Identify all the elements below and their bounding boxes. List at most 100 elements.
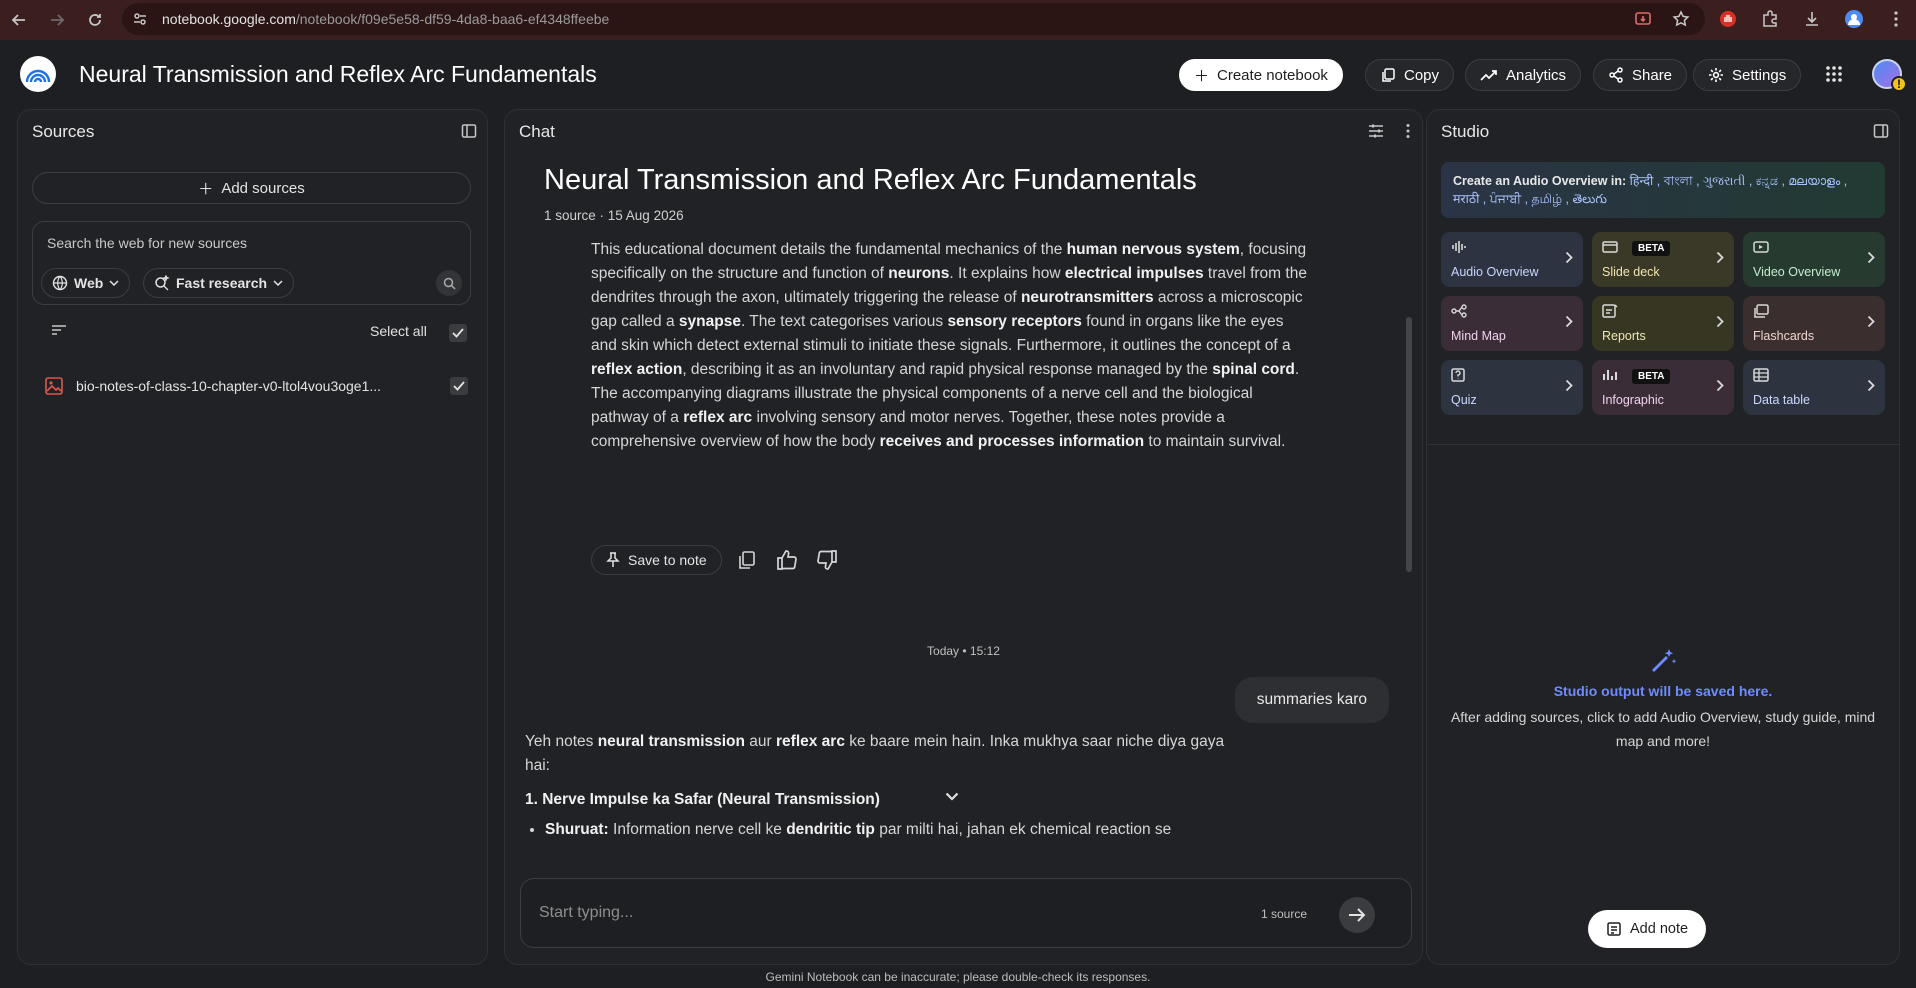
bold-term: neurotransmitters (1020, 289, 1154, 306)
audio-language-banner[interactable]: Create an Audio Overview in: हिन्दी , বা… (1441, 162, 1885, 218)
extension-shield-icon[interactable] (1718, 9, 1738, 29)
profile-icon[interactable] (1844, 9, 1864, 29)
chevron-right-icon (1565, 315, 1573, 328)
research-search-icon (155, 275, 170, 291)
send-arrow-icon[interactable] (1339, 897, 1375, 933)
chevron-right-icon (1867, 379, 1875, 392)
web-search-input[interactable]: Search the web for new sources (47, 235, 247, 251)
add-sources-button[interactable]: ＋ Add sources (32, 172, 471, 204)
scroll-down-chevron-icon[interactable] (945, 792, 959, 801)
studio-tile-reports[interactable]: Reports (1592, 296, 1734, 351)
copy-response-icon[interactable] (732, 545, 762, 575)
bold-term: electrical impulses (1064, 265, 1204, 282)
fast-research-label: Fast research (176, 275, 268, 291)
source-count: 1 source (1260, 907, 1307, 921)
add-note-button[interactable]: Add note (1588, 910, 1707, 948)
chevron-right-icon (1867, 251, 1875, 264)
plus-icon: ＋ (1194, 67, 1210, 85)
answer-heading: 1. Nerve Impulse ka Safar (Neural Transm… (525, 791, 880, 808)
create-notebook-label: Create notebook (1217, 66, 1328, 84)
bold-term: sensory receptors (947, 313, 1082, 330)
collapse-panel-icon[interactable] (1873, 123, 1889, 139)
bold-term: Shuruat: (545, 821, 609, 838)
tile-label: Reports (1602, 329, 1646, 343)
chat-composer: Start typing... 1 source (520, 878, 1412, 948)
browser-toolbar: notebook.google.com/notebook/f09e5e58-df… (0, 0, 1916, 40)
search-submit-icon[interactable] (436, 270, 462, 296)
download-icon[interactable] (1802, 9, 1822, 29)
summary-actions: Save to note (591, 545, 842, 575)
chevron-right-icon (1716, 379, 1724, 392)
share-button[interactable]: Share (1593, 59, 1688, 91)
notebook-title[interactable]: Neural Transmission and Reflex Arc Funda… (79, 61, 597, 88)
browser-menu-icon[interactable] (1886, 9, 1906, 29)
copy-button[interactable]: Copy (1365, 59, 1455, 91)
settings-button[interactable]: Settings (1693, 59, 1802, 91)
banner-prefix: Create an Audio Overview in: (1453, 174, 1630, 188)
web-chip[interactable]: Web (41, 268, 131, 298)
chat-notebook-title: Neural Transmission and Reflex Arc Funda… (544, 164, 1197, 196)
bold-term: neurons (888, 265, 950, 282)
fast-research-chip[interactable]: Fast research (143, 268, 295, 298)
share-icon (1609, 67, 1623, 83)
site-info-icon[interactable] (132, 11, 152, 27)
source-item[interactable]: bio-notes-of-class-10-chapter-v0-ltol4vo… (32, 370, 471, 402)
tile-label: Infographic (1602, 393, 1664, 407)
chat-input[interactable]: Start typing... (539, 904, 633, 922)
thumbs-up-icon[interactable] (772, 545, 802, 575)
create-notebook-button[interactable]: ＋ Create notebook (1179, 59, 1343, 91)
studio-tile-slide-deck[interactable]: BETA Slide deck (1592, 232, 1734, 287)
chat-more-icon[interactable] (1406, 123, 1410, 139)
studio-tile-video-overview[interactable]: Video Overview (1743, 232, 1885, 287)
bookmark-star-icon[interactable] (1671, 9, 1691, 29)
studio-tile-data-table[interactable]: Data table (1743, 360, 1885, 415)
studio-empty-state: Studio output will be saved here. After … (1427, 647, 1899, 753)
chat-scrollbar[interactable] (1406, 317, 1412, 572)
collapse-panel-icon[interactable] (461, 123, 477, 139)
assistant-answer: Yeh notes neural transmission aur reflex… (525, 730, 1225, 842)
chat-options-icon[interactable] (1368, 123, 1384, 139)
address-bar[interactable]: notebook.google.com/notebook/f09e5e58-df… (122, 3, 1705, 35)
bold-term: dendritic tip (786, 821, 875, 838)
back-icon[interactable] (8, 9, 30, 31)
studio-empty-title: Studio output will be saved here. (1553, 683, 1773, 699)
analytics-button[interactable]: Analytics (1465, 59, 1582, 91)
save-to-note-button[interactable]: Save to note (591, 545, 722, 575)
sources-panel: Sources ＋ Add sources Search the web for … (17, 109, 488, 965)
chevron-right-icon (1716, 251, 1724, 264)
beta-badge: BETA (1632, 369, 1671, 384)
notebook-summary: This educational document details the fu… (591, 241, 1307, 450)
install-app-icon[interactable] (1633, 9, 1653, 29)
apps-grid-icon[interactable] (1825, 65, 1843, 83)
account-avatar[interactable]: ! (1872, 59, 1907, 92)
warning-badge: ! (1891, 76, 1907, 92)
select-all-checkbox[interactable] (449, 324, 467, 342)
tile-label: Slide deck (1602, 265, 1660, 279)
forward-icon[interactable] (46, 9, 68, 31)
studio-tile-quiz[interactable]: Quiz (1441, 360, 1583, 415)
reload-icon[interactable] (84, 9, 106, 31)
select-all-label[interactable]: Select all (370, 323, 427, 339)
video-icon (1753, 240, 1875, 258)
chevron-right-icon (1565, 251, 1573, 264)
source-checkbox[interactable] (450, 377, 468, 395)
studio-tile-audio-overview[interactable]: Audio Overview (1441, 232, 1583, 287)
studio-tile-mind-map[interactable]: Mind Map (1441, 296, 1583, 351)
extensions-puzzle-icon[interactable] (1760, 9, 1780, 29)
reports-icon (1602, 304, 1724, 322)
sources-title: Sources (32, 122, 95, 141)
studio-tile-infographic[interactable]: BETA Infographic (1592, 360, 1734, 415)
copy-label: Copy (1404, 66, 1440, 84)
thumbs-down-icon[interactable] (812, 545, 842, 575)
magic-wand-icon (1427, 647, 1899, 675)
chat-meta: 1 source · 15 Aug 2026 (544, 208, 684, 223)
tile-label: Mind Map (1451, 329, 1506, 343)
answer-bullet: Shuruat: Information nerve cell ke dendr… (545, 818, 1225, 842)
notebook-logo-icon[interactable] (20, 56, 56, 92)
bold-term: spinal cord (1212, 361, 1295, 378)
studio-tile-flashcards[interactable]: Flashcards (1743, 296, 1885, 351)
filter-sort-icon[interactable] (52, 325, 66, 335)
beta-badge: BETA (1632, 241, 1671, 256)
chevron-right-icon (1716, 315, 1724, 328)
bold-term: reflex arc (776, 733, 845, 750)
